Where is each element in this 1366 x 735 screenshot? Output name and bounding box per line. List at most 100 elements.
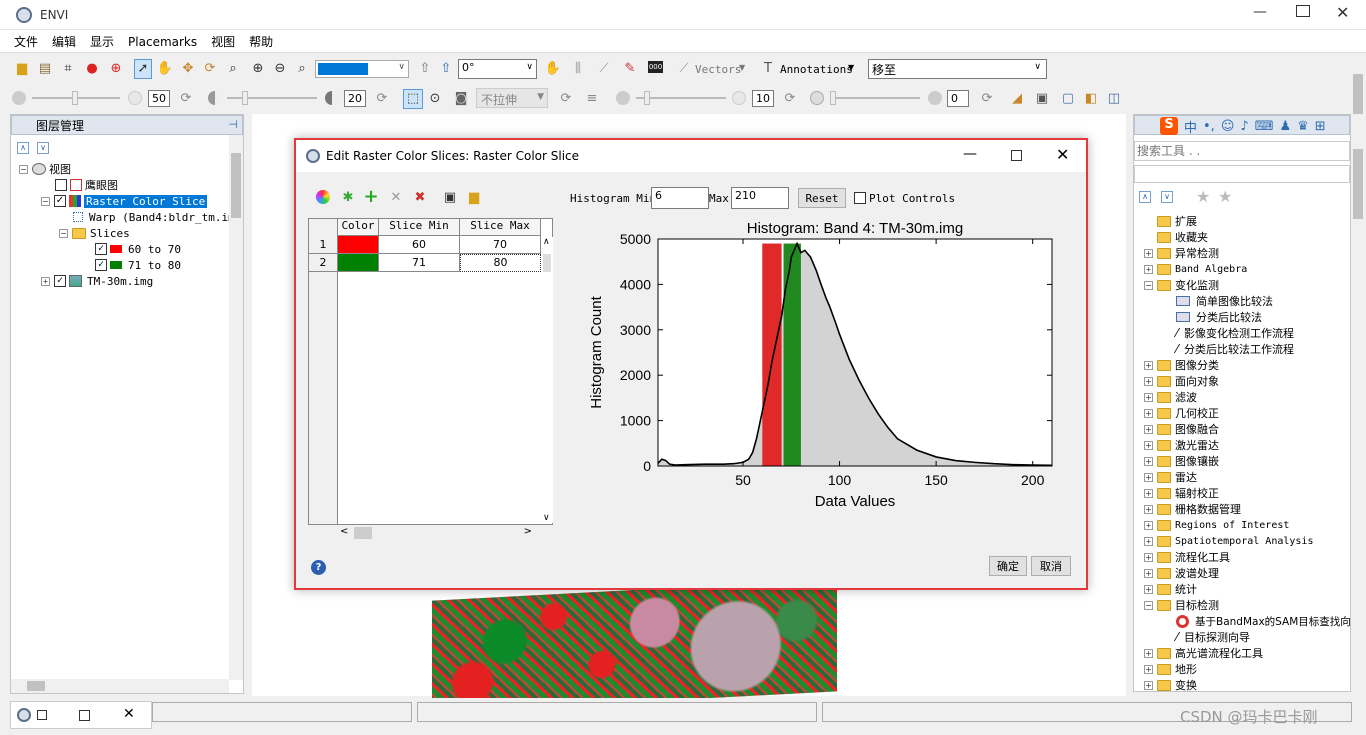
- minimize-button[interactable]: —: [1250, 4, 1270, 20]
- menu-view[interactable]: 视图: [204, 30, 242, 53]
- goto-dropdown[interactable]: 移至 ∨: [868, 59, 1047, 79]
- chinese-mode-icon[interactable]: 中: [1184, 117, 1197, 136]
- contrast-slider[interactable]: [227, 91, 317, 105]
- close-button[interactable]: ✕: [1336, 3, 1349, 22]
- expand-toggle[interactable]: +: [1144, 568, 1153, 578]
- color-cell[interactable]: [338, 254, 379, 272]
- table-row[interactable]: 1 60 70: [309, 236, 541, 254]
- checkbox[interactable]: ✓: [95, 259, 107, 271]
- toolbox-item[interactable]: 收藏夹: [1144, 229, 1208, 245]
- toolbox-item[interactable]: 分类后比较法: [1176, 309, 1262, 325]
- restore-button[interactable]: [37, 710, 47, 720]
- collapse-all-button[interactable]: ∨: [1161, 191, 1173, 203]
- star-add-icon[interactable]: ★: [1218, 187, 1232, 206]
- histogram-min-input[interactable]: 6: [651, 187, 709, 209]
- emoji-icon[interactable]: ☺: [1221, 119, 1235, 134]
- expand-all-button[interactable]: ∧: [1139, 191, 1151, 203]
- expand-toggle[interactable]: +: [1144, 376, 1153, 386]
- expand-toggle[interactable]: +: [41, 276, 50, 286]
- brightness-value[interactable]: 50: [148, 90, 170, 107]
- punctuation-icon[interactable]: •,: [1203, 119, 1215, 134]
- menu-placemarks[interactable]: Placemarks: [121, 32, 204, 52]
- sharpen-value[interactable]: 10: [752, 90, 774, 107]
- layer-vertical-scrollbar[interactable]: [229, 135, 243, 680]
- crop-icon[interactable]: ⌗: [60, 61, 76, 77]
- tree-item-view[interactable]: − 视图: [19, 161, 71, 177]
- add-slice-icon[interactable]: +: [363, 188, 379, 206]
- toolbox-item[interactable]: + 地形: [1144, 661, 1197, 677]
- toolbox-item[interactable]: + Spatiotemporal Analysis: [1144, 533, 1313, 549]
- collapse-toggle[interactable]: −: [1144, 280, 1153, 290]
- roi-icon[interactable]: ✎: [622, 61, 638, 77]
- toolbox-item[interactable]: − 目标检测: [1144, 597, 1219, 613]
- expand-all-button[interactable]: ∧: [17, 142, 29, 154]
- expand-toggle[interactable]: +: [1144, 664, 1153, 674]
- expand-toggle[interactable]: +: [1144, 504, 1153, 514]
- toolbox-item[interactable]: + Regions of Interest: [1144, 517, 1289, 533]
- microphone-icon[interactable]: ♪: [1240, 119, 1248, 134]
- zoom-dropdown[interactable]: ∨: [315, 60, 409, 78]
- ruler-icon[interactable]: ◢: [1009, 91, 1025, 107]
- expand-toggle[interactable]: +: [1144, 536, 1153, 546]
- tree-item-tm30m[interactable]: + ✓ TM-30m.img: [41, 273, 153, 289]
- maximize-button[interactable]: [1296, 5, 1310, 17]
- toolbox-vertical-scrollbar[interactable]: [1351, 74, 1365, 694]
- view-split-icon[interactable]: ◫: [1106, 91, 1122, 107]
- ok-button[interactable]: 确定: [989, 556, 1027, 576]
- slice-max-cell[interactable]: 80: [460, 254, 541, 272]
- collapse-toggle[interactable]: −: [41, 196, 50, 206]
- cancel-button[interactable]: 取消: [1031, 556, 1071, 576]
- rotate-left-icon[interactable]: ⇧: [417, 61, 433, 77]
- toolbox-item[interactable]: + 高光谱流程化工具: [1144, 645, 1263, 661]
- stretch-target-icon[interactable]: ⊙: [427, 91, 443, 107]
- reset-icon[interactable]: ⟳: [178, 91, 194, 107]
- expand-toggle[interactable]: +: [1144, 456, 1153, 466]
- keyboard-icon[interactable]: ⌨: [1255, 119, 1274, 134]
- north-up-icon[interactable]: ⇧: [438, 61, 454, 77]
- reset-button[interactable]: Reset: [798, 188, 846, 208]
- collapse-toggle[interactable]: −: [59, 228, 68, 238]
- rotation-dropdown[interactable]: 0° ∨: [458, 59, 537, 79]
- toolbox-item[interactable]: + 波谱处理: [1144, 565, 1219, 581]
- tree-item-slices[interactable]: − Slices: [59, 225, 130, 241]
- pan-hand-icon[interactable]: ✋: [157, 61, 173, 77]
- view-layers-icon[interactable]: ◧: [1083, 91, 1099, 107]
- table-row[interactable]: 2 71 80: [309, 254, 541, 272]
- dialog-maximize-button[interactable]: [1011, 150, 1022, 161]
- toolbox-item[interactable]: + 几何校正: [1144, 405, 1219, 421]
- placemark-icon[interactable]: ●: [84, 61, 100, 77]
- menu-display[interactable]: 显示: [83, 30, 121, 53]
- zoom-icon[interactable]: ⌕: [225, 61, 241, 77]
- checkbox[interactable]: ✓: [54, 275, 66, 287]
- expand-toggle[interactable]: +: [1144, 248, 1153, 258]
- toolbox-item[interactable]: + 激光雷达: [1144, 437, 1219, 453]
- histogram-max-input[interactable]: 210: [731, 187, 789, 209]
- expand-toggle[interactable]: +: [1144, 584, 1153, 594]
- transparency-slider[interactable]: [830, 91, 920, 105]
- checkbox[interactable]: [55, 179, 67, 191]
- sharpen-slider[interactable]: [636, 91, 726, 105]
- toolbox-item[interactable]: + 流程化工具: [1144, 549, 1230, 565]
- expand-toggle[interactable]: +: [1144, 680, 1153, 690]
- annotations-dropdown[interactable]: Annotations: [780, 63, 853, 76]
- toolbox-item[interactable]: ⁄ 影像变化检测工作流程: [1176, 325, 1294, 341]
- stretch-frame-icon[interactable]: ⬚: [403, 89, 423, 109]
- clear-slices-icon[interactable]: ✖: [412, 190, 428, 206]
- image-icon[interactable]: ▣: [1034, 91, 1050, 107]
- transparency-value[interactable]: 0: [947, 90, 969, 107]
- menu-help[interactable]: 帮助: [242, 30, 280, 53]
- slice-min-cell[interactable]: 60: [379, 236, 460, 254]
- close-button[interactable]: ✕: [123, 706, 135, 722]
- help-icon[interactable]: ?: [311, 560, 326, 575]
- expand-toggle[interactable]: +: [1144, 360, 1153, 370]
- reset-icon[interactable]: ⟳: [374, 91, 390, 107]
- rotate-icon[interactable]: ⟳: [202, 61, 218, 77]
- expand-toggle[interactable]: +: [1144, 648, 1153, 658]
- toolbox-item[interactable]: 扩展: [1144, 213, 1197, 229]
- collapse-toggle[interactable]: −: [1144, 600, 1153, 610]
- maximize-button[interactable]: [79, 710, 90, 721]
- stretch-bars-icon[interactable]: ⫼: [570, 61, 586, 77]
- refresh-icon[interactable]: ⟳: [558, 91, 574, 107]
- save-icon[interactable]: ▣: [442, 190, 458, 206]
- color-cell[interactable]: [338, 236, 379, 254]
